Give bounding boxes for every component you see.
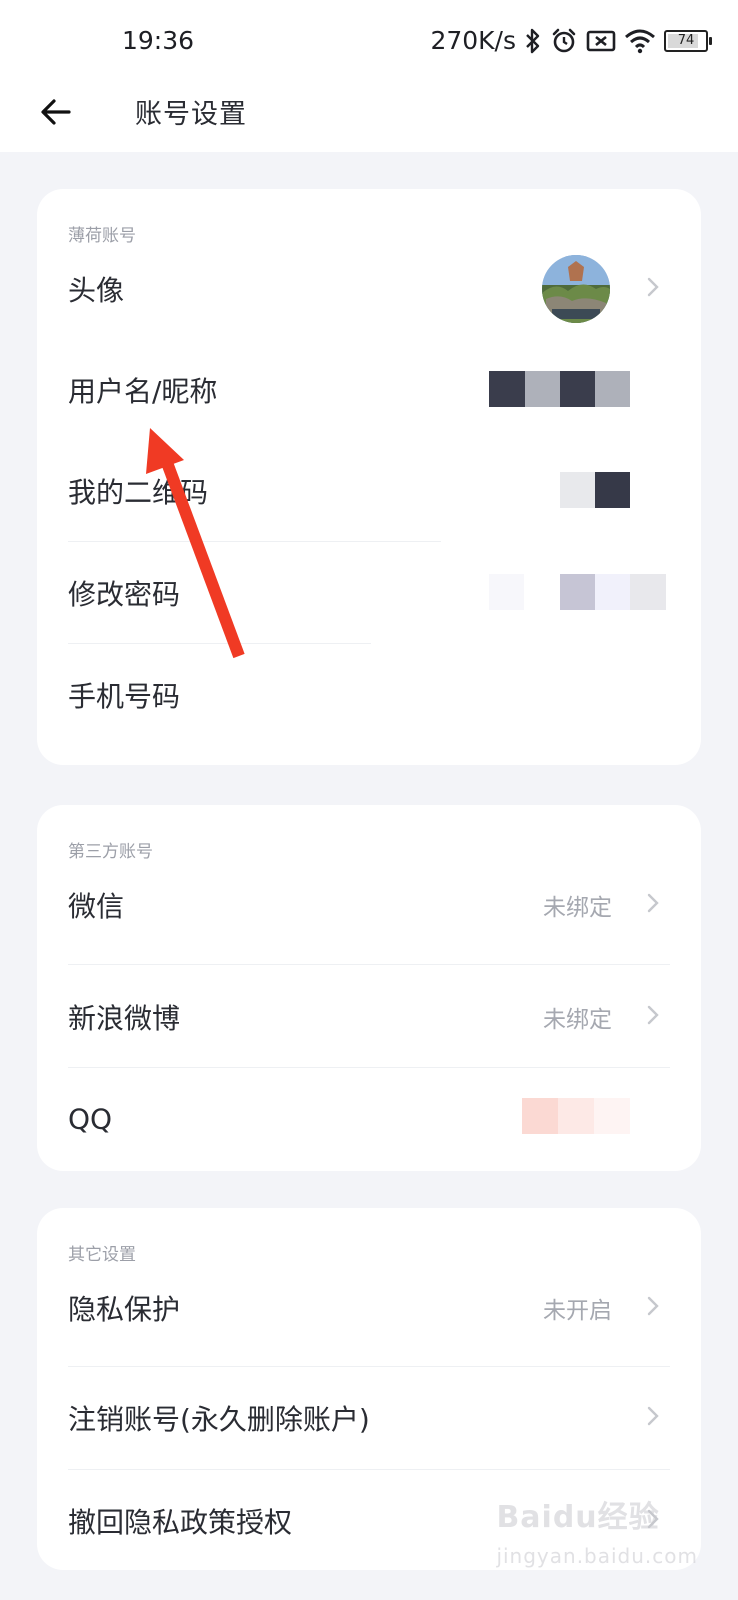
status-time: 19:36	[122, 26, 195, 55]
row-label: 微信	[68, 889, 125, 923]
divider	[68, 964, 670, 965]
redacted-qq	[522, 1098, 630, 1134]
row-label: QQ	[68, 1102, 113, 1135]
network-speed: 270K/s	[430, 26, 516, 55]
alarm-icon	[550, 27, 578, 55]
battery-level: 74	[677, 32, 695, 48]
row-qrcode[interactable]: 我的二维码	[68, 440, 670, 541]
page-title: 账号设置	[135, 99, 247, 130]
arrow-left-icon	[41, 99, 71, 125]
chevron-right-icon	[646, 892, 660, 918]
row-avatar[interactable]: 头像	[68, 238, 670, 339]
status-icons: 270K/s 74	[430, 26, 712, 55]
sim-off-icon	[586, 29, 616, 53]
chevron-right-icon	[646, 276, 660, 302]
mint-account-card: 薄荷账号 头像 用户名/昵称 我的二维码 修改密码 手机号码	[37, 189, 701, 765]
row-label: 撤回隐私政策授权	[68, 1505, 293, 1539]
third-party-card: 第三方账号 微信 未绑定 新浪微博 未绑定 QQ	[37, 805, 701, 1171]
chevron-right-icon	[646, 1004, 660, 1030]
row-qq[interactable]: QQ	[68, 1068, 670, 1169]
row-username[interactable]: 用户名/昵称	[68, 339, 670, 440]
row-label: 新浪微博	[68, 1001, 181, 1035]
row-value: 未绑定	[543, 1006, 612, 1033]
row-value: 未绑定	[543, 894, 612, 921]
row-label: 用户名/昵称	[68, 374, 218, 408]
watermark-sub: jingyan.baidu.com	[496, 1544, 698, 1568]
redacted-username	[489, 371, 630, 407]
row-label: 我的二维码	[68, 475, 209, 509]
nav-bar: 账号设置	[0, 86, 738, 152]
back-button[interactable]	[36, 92, 76, 132]
row-delete-account[interactable]: 注销账号(永久删除账户)	[68, 1367, 670, 1468]
row-label: 注销账号(永久删除账户)	[68, 1402, 370, 1436]
row-phone[interactable]: 手机号码	[68, 644, 670, 745]
chevron-right-icon	[646, 1405, 660, 1431]
row-privacy[interactable]: 隐私保护 未开启	[68, 1257, 670, 1358]
status-bar: 19:36 270K/s 74	[0, 0, 738, 86]
watermark-logo: Baidu经验 jingyan.baidu.com	[496, 1492, 698, 1571]
row-wechat[interactable]: 微信 未绑定	[68, 854, 670, 955]
row-value: 未开启	[543, 1297, 612, 1324]
redacted-qrcode	[560, 472, 630, 508]
row-change-password[interactable]: 修改密码	[68, 542, 670, 643]
battery-icon: 74	[664, 29, 712, 52]
row-label: 隐私保护	[68, 1292, 181, 1326]
row-label: 头像	[68, 273, 125, 307]
wifi-icon	[624, 28, 656, 54]
row-label: 修改密码	[68, 577, 181, 611]
avatar	[542, 254, 610, 323]
row-weibo[interactable]: 新浪微博 未绑定	[68, 966, 670, 1067]
row-label: 手机号码	[68, 679, 181, 713]
watermark-text: Baidu经验	[496, 1500, 660, 1535]
bluetooth-icon	[524, 28, 542, 54]
chevron-right-icon	[646, 1295, 660, 1321]
redacted-password	[489, 574, 666, 610]
